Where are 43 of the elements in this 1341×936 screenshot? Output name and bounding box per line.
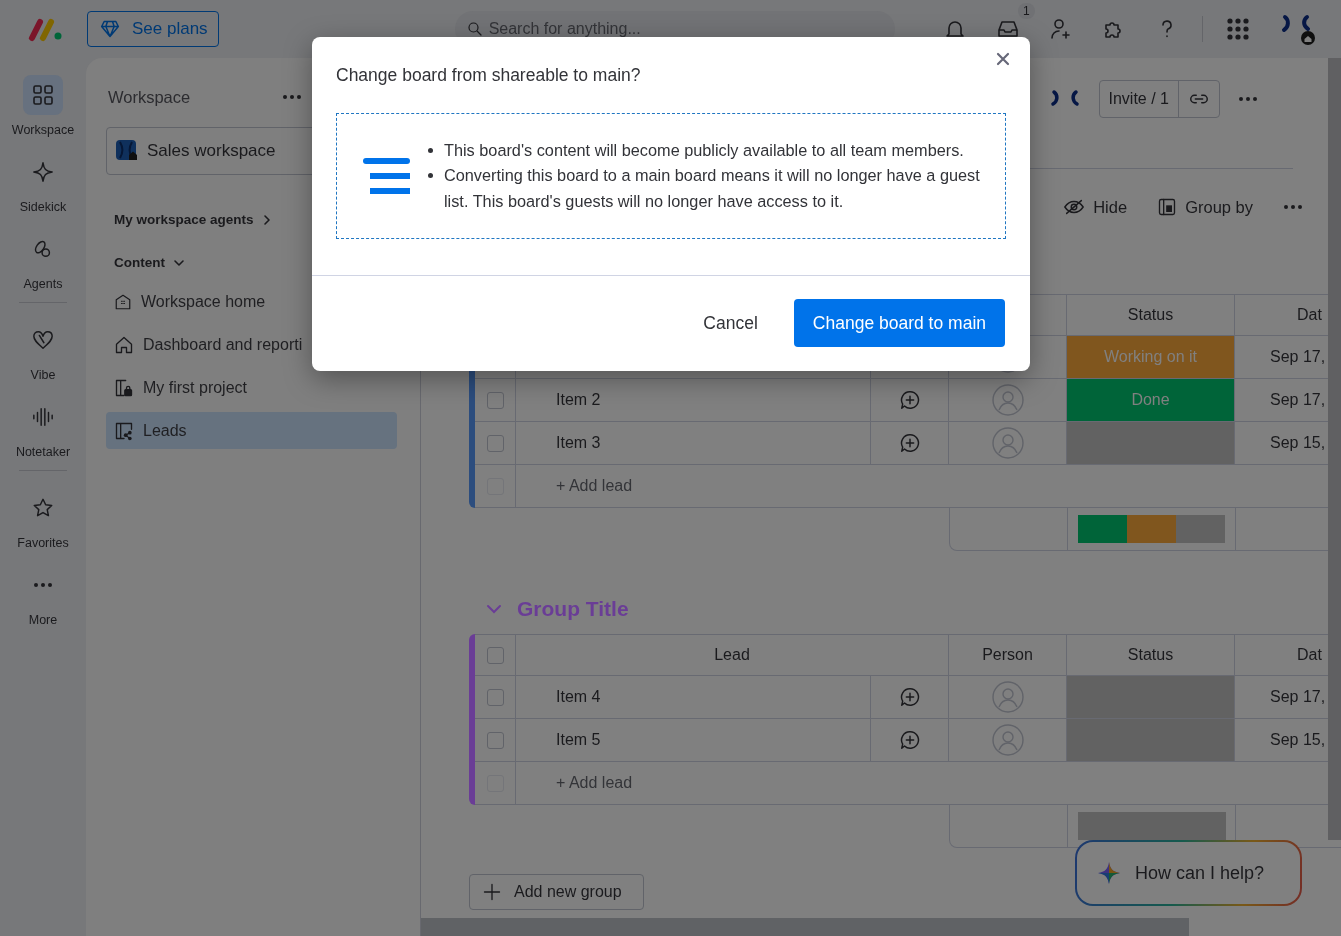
section-toggle[interactable]: Content xyxy=(114,255,185,270)
add-group-button[interactable]: Add new group xyxy=(469,874,644,910)
date-cell[interactable]: Sep 15, xyxy=(1270,731,1326,749)
date-cell[interactable]: Sep 17, xyxy=(1270,348,1326,366)
rail-item[interactable]: Vibe xyxy=(0,320,86,397)
item-name[interactable]: Item 3 xyxy=(556,434,601,452)
rail-item[interactable]: Workspace xyxy=(0,75,86,152)
agents-link[interactable]: My workspace agents xyxy=(114,212,272,227)
toolbar-button[interactable]: Hide xyxy=(1063,196,1128,218)
info-text: Converting this board to a main board means it will no longer have a guest list. This board's guests will no longer have access to it. xyxy=(444,165,981,212)
item-name[interactable]: Item 2 xyxy=(556,391,601,409)
rail-item[interactable]: More xyxy=(0,565,86,642)
assistant-button[interactable]: How can I help? xyxy=(1075,840,1302,906)
nav-item[interactable]: Leads xyxy=(106,412,397,449)
panel-title: Workspace xyxy=(108,87,191,107)
cancel-button[interactable]: Cancel xyxy=(695,299,766,347)
add-item-input[interactable]: + Add lead xyxy=(556,774,633,792)
toolbar-button[interactable]: Group by xyxy=(1157,197,1253,217)
invite-button[interactable]: Invite / 1 xyxy=(1099,81,1178,117)
column-header: Lead xyxy=(714,646,750,664)
date-cell[interactable]: Sep 17, xyxy=(1270,391,1326,409)
column-header: Status xyxy=(1127,306,1174,324)
nav-item[interactable]: Workspace home xyxy=(106,283,397,320)
column-header: Dat xyxy=(1297,306,1322,324)
info-text: This board's content will become publicly available to all team members. xyxy=(444,139,964,161)
rail-item[interactable]: Sidekick xyxy=(0,152,86,229)
column-header: Dat xyxy=(1297,646,1322,664)
rail-item[interactable]: Favorites xyxy=(0,488,86,565)
plans-button[interactable]: See plans xyxy=(87,11,219,47)
nav-item[interactable]: Dashboard and reporti xyxy=(106,326,397,363)
date-cell[interactable]: Sep 15, xyxy=(1270,434,1326,452)
confirm-button[interactable]: Change board to main xyxy=(793,299,1005,347)
add-item-input[interactable]: + Add lead xyxy=(556,477,633,495)
item-name[interactable]: Item 4 xyxy=(556,688,601,706)
nav-item[interactable]: My first project xyxy=(106,369,397,406)
date-cell[interactable]: Sep 17, xyxy=(1270,688,1326,706)
rail-item[interactable]: Notetaker xyxy=(0,397,86,474)
rail-item[interactable]: Agents xyxy=(0,229,86,306)
column-header: Status xyxy=(1127,646,1174,664)
dialog-title: Change board from shareable to main? xyxy=(336,64,641,87)
item-name[interactable]: Item 5 xyxy=(556,731,601,749)
notification-count: 1 xyxy=(1018,3,1035,19)
column-header: Person xyxy=(982,646,1033,664)
